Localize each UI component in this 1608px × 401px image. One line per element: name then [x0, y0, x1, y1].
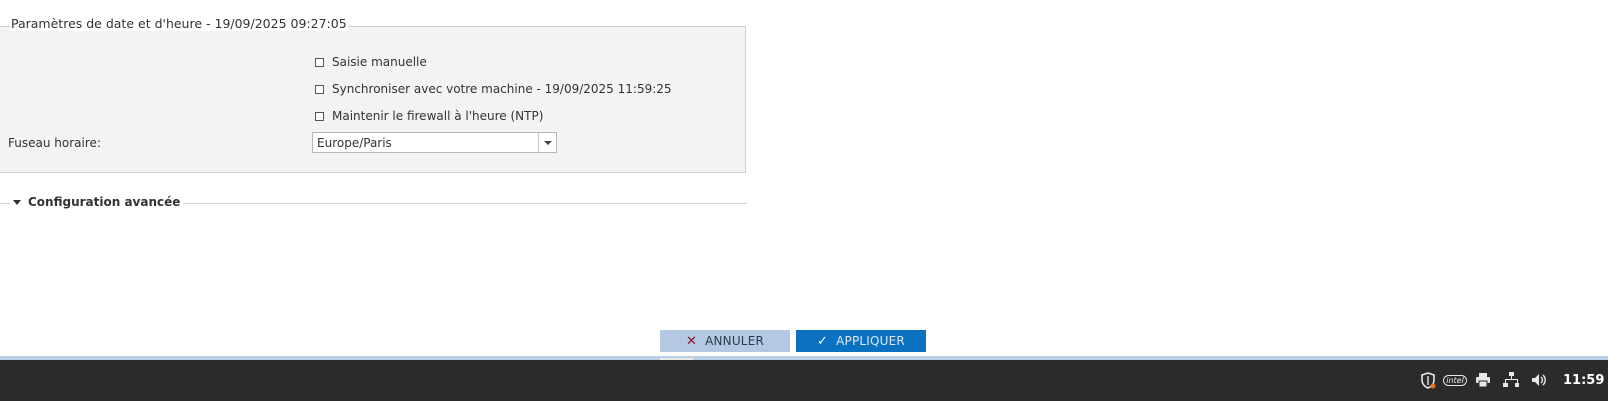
manual-entry-option[interactable]: Saisie manuelle: [315, 54, 427, 70]
manual-entry-label[interactable]: Saisie manuelle: [332, 55, 427, 69]
taskbar-clock[interactable]: 11:59: [1563, 373, 1604, 388]
sync-machine-checkbox[interactable]: [315, 84, 324, 94]
timezone-select[interactable]: Europe/Paris: [312, 132, 557, 153]
ntp-label[interactable]: Maintenir le firewall à l'heure (NTP): [332, 109, 543, 123]
cancel-button-label: ANNULER: [705, 334, 765, 348]
chevron-down-icon: [543, 140, 552, 145]
sync-machine-label[interactable]: Synchroniser avec votre machine - 19/09/…: [332, 82, 672, 96]
network-icon[interactable]: [1502, 371, 1520, 389]
security-shield-icon[interactable]: [1419, 371, 1437, 389]
sync-machine-option[interactable]: Synchroniser avec votre machine - 19/09/…: [315, 81, 672, 97]
caret-down-icon: [13, 199, 21, 205]
ntp-checkbox[interactable]: [315, 111, 324, 121]
apply-button[interactable]: ✓ APPLIQUER: [796, 330, 926, 352]
timezone-dropdown-button[interactable]: [538, 133, 556, 152]
intel-logo-text: intel: [1443, 374, 1467, 386]
apply-button-label: APPLIQUER: [836, 334, 905, 348]
taskbar: intel 11:59: [0, 360, 1608, 401]
close-icon: ✕: [685, 333, 698, 349]
timezone-label: Fuseau horaire:: [8, 136, 101, 150]
advanced-config-toggle[interactable]: Configuration avancée: [10, 194, 184, 210]
intel-graphics-icon[interactable]: intel: [1443, 371, 1467, 389]
manual-entry-checkbox[interactable]: [315, 57, 324, 67]
datetime-settings-title: Paramètres de date et d'heure - 19/09/20…: [7, 16, 351, 32]
cancel-button[interactable]: ✕ ANNULER: [660, 330, 790, 352]
volume-icon[interactable]: [1530, 371, 1548, 389]
advanced-config-label[interactable]: Configuration avancée: [28, 195, 180, 209]
check-icon: ✓: [817, 333, 829, 349]
timezone-value[interactable]: Europe/Paris: [313, 136, 538, 150]
ntp-option[interactable]: Maintenir le firewall à l'heure (NTP): [315, 108, 543, 124]
printer-icon[interactable]: [1474, 371, 1492, 389]
